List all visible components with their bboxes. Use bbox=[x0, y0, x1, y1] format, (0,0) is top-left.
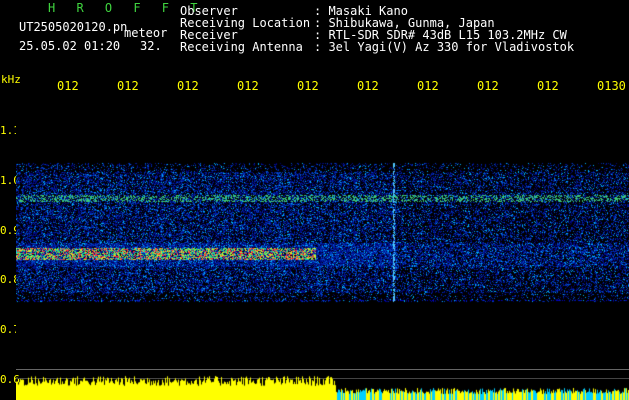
signal-histogram bbox=[16, 370, 629, 400]
x-tick: 012 bbox=[297, 79, 319, 93]
x-tick: 012 bbox=[417, 79, 439, 93]
x-tick: 012 bbox=[537, 79, 559, 93]
x-tick: 012 bbox=[117, 79, 139, 93]
x-tick: 012 bbox=[57, 79, 79, 93]
spectrogram-canvas bbox=[16, 97, 629, 370]
antenna-value: : 3el Yagi(V) Az 330 for Vladivostok bbox=[314, 40, 575, 54]
axis-unit: kHz bbox=[1, 73, 21, 86]
x-tick: 0130 bbox=[597, 79, 626, 93]
x-tick: 012 bbox=[357, 79, 379, 93]
x-tick: 012 bbox=[237, 79, 259, 93]
x-tick: 012 bbox=[177, 79, 199, 93]
count-label: 32. bbox=[140, 39, 162, 53]
mode-label: meteor bbox=[124, 26, 168, 40]
antenna-label: Receiving Antenna bbox=[180, 40, 303, 54]
datetime-label: 25.05.02 01:20 bbox=[19, 39, 121, 53]
filename-label: UT2505020120.pn bbox=[19, 20, 128, 34]
x-tick: 012 bbox=[477, 79, 499, 93]
